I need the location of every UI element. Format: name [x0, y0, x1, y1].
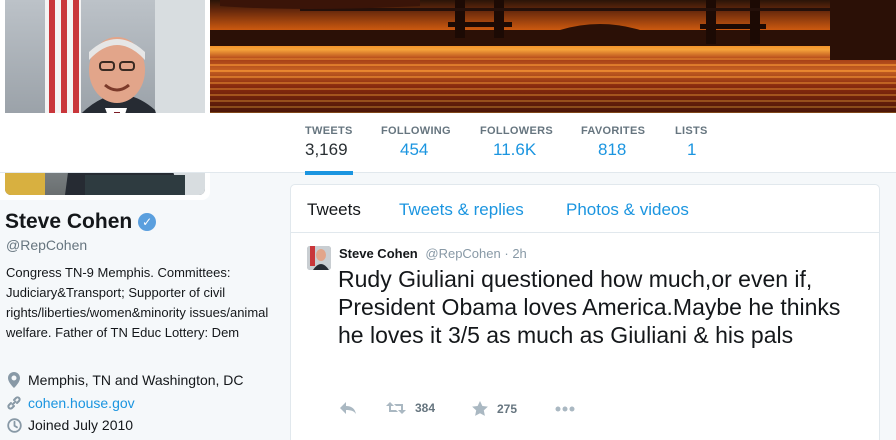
tweet-text: Rudy Giuliani questioned how much,or eve… — [338, 266, 841, 348]
reply-icon — [340, 402, 356, 414]
profile-joined: Joined July 2010 — [6, 417, 133, 433]
retweet-button[interactable]: 384 — [386, 401, 435, 415]
stat-following[interactable]: FOLLOWING 454 — [381, 125, 451, 173]
location-pin-icon — [6, 372, 22, 388]
profile-website: cohen.house.gov — [6, 395, 135, 411]
profile-location-text: Memphis, TN and Washington, DC — [28, 372, 244, 388]
stat-followers[interactable]: FOLLOWERS 11.6K — [480, 125, 553, 173]
profile-nav-bar: TWEETS 3,169 FOLLOWING 454 FOLLOWERS 11.… — [0, 113, 896, 175]
stat-favorites-label: FAVORITES — [581, 125, 646, 137]
tab-tweets-and-replies[interactable]: Tweets & replies — [399, 200, 524, 220]
tweet-item[interactable]: Steve Cohen @RepCohen · 2h Rudy Giuliani… — [291, 234, 879, 440]
tweet-author-name[interactable]: Steve Cohen — [339, 246, 418, 261]
tweet-timestamp[interactable]: 2h — [512, 246, 526, 261]
profile-handle[interactable]: @RepCohen — [6, 237, 87, 253]
stat-lists-label: LISTS — [675, 125, 708, 137]
stat-following-value: 454 — [400, 140, 429, 159]
tweet-separator: · — [504, 246, 509, 261]
profile-joined-text: Joined July 2010 — [28, 417, 134, 433]
stat-followers-label: FOLLOWERS — [480, 125, 553, 137]
clock-icon — [6, 417, 22, 433]
link-icon — [6, 395, 22, 411]
tweet-header: Steve Cohen @RepCohen · 2h — [339, 246, 527, 261]
retweet-icon — [386, 402, 406, 414]
tweet-actions: 384 275 — [339, 401, 639, 421]
stat-tweets-value: 3,169 — [305, 140, 348, 159]
more-button[interactable] — [555, 406, 575, 412]
profile-location: Memphis, TN and Washington, DC — [6, 372, 244, 388]
star-icon — [472, 401, 488, 416]
timeline-tabs: Tweets Tweets & replies Photos & videos — [291, 185, 879, 233]
stat-following-label: FOLLOWING — [381, 125, 451, 137]
stat-favorites-value: 818 — [598, 140, 627, 159]
stat-tweets-label: TWEETS — [305, 125, 353, 137]
stat-followers-value: 11.6K — [493, 140, 537, 159]
profile-bio: Congress TN-9 Memphis. Committees: Judic… — [6, 265, 269, 340]
timeline-panel: Tweets Tweets & replies Photos & videos … — [290, 184, 880, 440]
tweet-avatar[interactable] — [307, 246, 331, 270]
stat-favorites[interactable]: FAVORITES 818 — [581, 125, 645, 173]
tab-photos-and-videos[interactable]: Photos & videos — [566, 200, 689, 220]
tab-tweets[interactable]: Tweets — [307, 200, 361, 220]
stat-lists[interactable]: LISTS 1 — [675, 125, 708, 173]
favorite-button[interactable]: 275 — [472, 401, 517, 416]
reply-button[interactable] — [339, 401, 357, 415]
retweet-count: 384 — [415, 401, 436, 415]
favorite-count: 275 — [497, 401, 518, 416]
stat-lists-value: 1 — [687, 140, 697, 159]
profile-name-text: Steve Cohen — [5, 210, 133, 233]
tweet-author-handle[interactable]: @RepCohen — [425, 246, 500, 261]
profile-website-link[interactable]: cohen.house.gov — [28, 395, 135, 411]
more-dots-icon — [555, 406, 575, 412]
profile-name[interactable]: Steve Cohen ✓ — [5, 210, 157, 234]
verified-badge-icon: ✓ — [138, 213, 157, 231]
stat-tweets[interactable]: TWEETS 3,169 — [305, 125, 353, 175]
